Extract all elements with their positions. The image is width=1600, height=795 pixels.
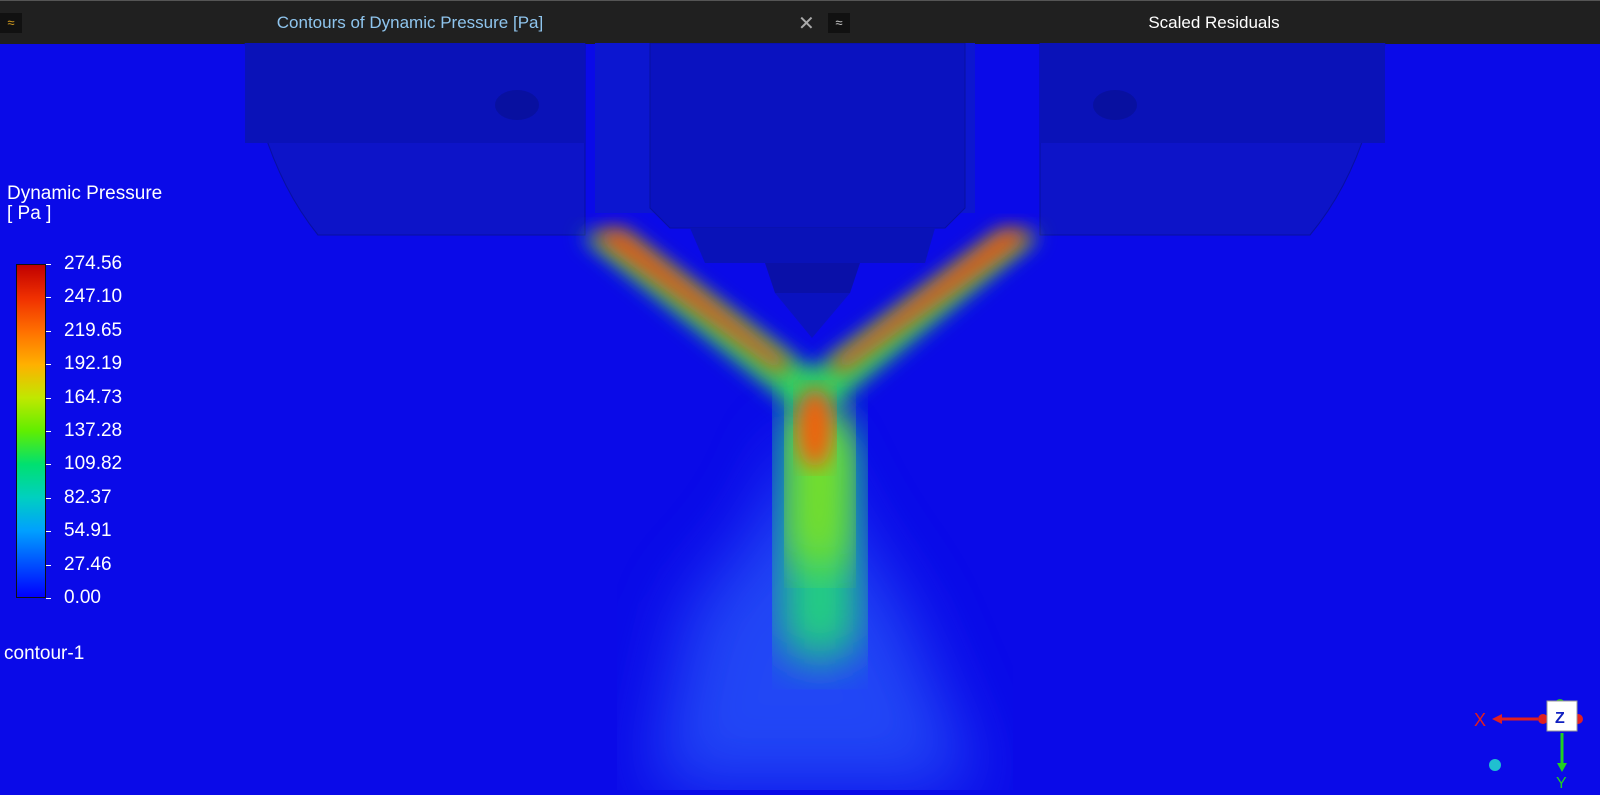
contour-name: contour-1 bbox=[4, 643, 85, 664]
legend-title-text: Dynamic Pressure bbox=[7, 183, 163, 204]
axis-triad[interactable]: Z X Y bbox=[1470, 690, 1600, 790]
colorbar-tick-label: 164.73 bbox=[45, 386, 123, 408]
light-source-icon bbox=[1489, 759, 1501, 771]
colorbar-tick-label: 192.19 bbox=[45, 353, 123, 375]
legend-unit: [ Pa ] bbox=[7, 203, 52, 224]
nozzle-geometry bbox=[244, 42, 1386, 338]
tab-label: Scaled Residuals bbox=[1148, 12, 1280, 32]
tab-bar: ≈ Contours of Dynamic Pressure [Pa] ✕ ≈ … bbox=[0, 0, 1600, 44]
colorbar-tick-label: 27.46 bbox=[46, 553, 112, 575]
colorbar bbox=[16, 264, 46, 598]
colorbar-tick-label: 247.10 bbox=[45, 286, 123, 308]
graphics-viewport[interactable] bbox=[0, 42, 1600, 790]
colorbar-tick-label: 137.28 bbox=[45, 420, 123, 441]
colorbar-tick-label: 219.65 bbox=[45, 319, 123, 341]
svg-text:Z: Z bbox=[1555, 710, 1565, 727]
colorbar-tick-label: 0.00 bbox=[46, 587, 101, 608]
legend-title: Dynamic Pressure[ Pa ] bbox=[7, 184, 162, 224]
close-tab-icon[interactable]: ✕ bbox=[798, 11, 815, 36]
y-axis-label: Y bbox=[1556, 775, 1567, 790]
x-axis-label: X bbox=[1474, 710, 1486, 730]
contour-plot bbox=[244, 42, 1386, 790]
tab-scaled-residuals[interactable]: Scaled Residuals bbox=[828, 1, 1600, 44]
colorbar-tick-label: 82.37 bbox=[46, 486, 112, 508]
colorbar-tick-label: 109.82 bbox=[45, 453, 123, 475]
tab-label: Contours of Dynamic Pressure [Pa] bbox=[276, 12, 544, 32]
colorbar-tick-label: 274.56 bbox=[45, 253, 123, 274]
tab-contours[interactable]: Contours of Dynamic Pressure [Pa] bbox=[0, 1, 820, 44]
colorbar-tick-label: 54.91 bbox=[46, 520, 112, 542]
